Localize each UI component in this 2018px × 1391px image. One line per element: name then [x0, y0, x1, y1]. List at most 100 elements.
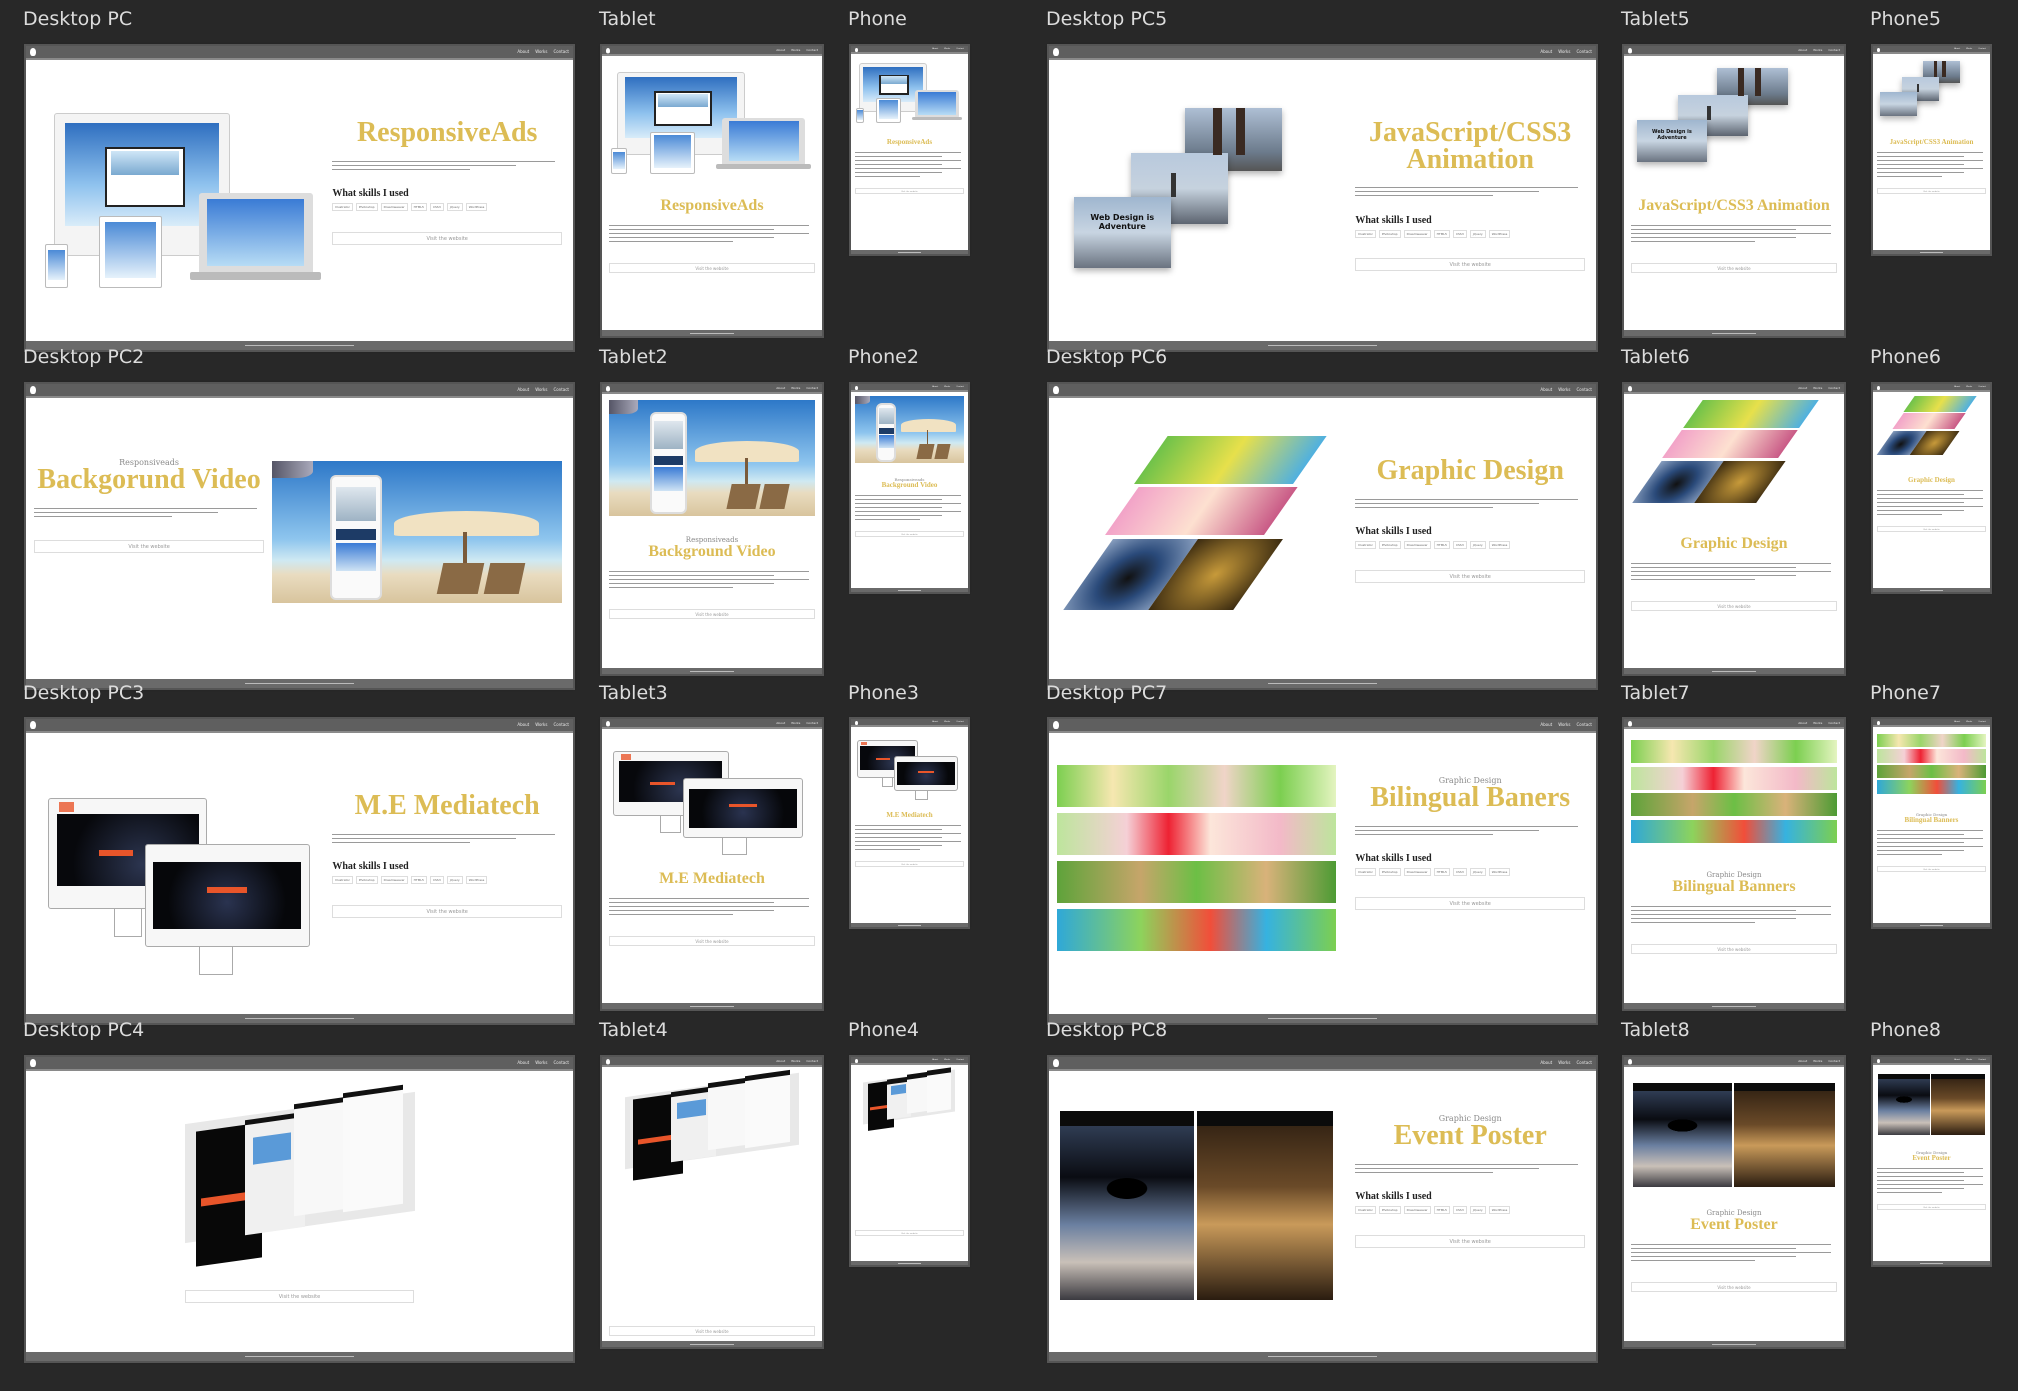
nav-link[interactable]: Works — [1813, 1057, 1822, 1065]
nav-link[interactable]: About — [932, 1057, 938, 1063]
artboard-tablet[interactable]: About Works Contact ResponsiveAds Visit the … — [600, 44, 824, 338]
logo-icon[interactable] — [1053, 1059, 1059, 1067]
nav-link[interactable]: Contact — [553, 719, 569, 731]
nav-link[interactable]: About — [1798, 46, 1807, 54]
nav-link[interactable]: Contact — [1576, 46, 1592, 58]
nav-link[interactable]: About — [1954, 1057, 1960, 1063]
nav-link[interactable]: Contact — [1828, 1057, 1840, 1065]
visit-website-button[interactable]: Visit the website — [608, 1325, 816, 1336]
nav-link[interactable]: Works — [1558, 1057, 1570, 1069]
nav-link[interactable]: Contact — [553, 46, 569, 58]
visit-website-button[interactable]: Visit the website — [1876, 188, 1987, 195]
nav-link[interactable]: Contact — [956, 1057, 964, 1063]
nav-link[interactable]: Works — [1966, 384, 1972, 390]
visit-website-button[interactable]: Visit the website — [854, 861, 965, 868]
artboard-desktop[interactable]: About Works Contact M.E Mediatech What skill… — [24, 717, 575, 1025]
logo-icon[interactable] — [606, 386, 610, 392]
nav-link[interactable]: About — [1954, 384, 1960, 390]
nav-link[interactable]: About — [517, 1057, 529, 1069]
nav-link[interactable]: Contact — [1828, 46, 1840, 54]
visit-website-button[interactable]: Visit the website — [1876, 526, 1987, 533]
nav-link[interactable]: About — [776, 1057, 785, 1065]
nav-link[interactable]: Contact — [1978, 1057, 1986, 1063]
visit-website-button[interactable]: Visit the website — [332, 904, 563, 918]
visit-website-button[interactable]: Visit the website — [1630, 943, 1838, 954]
nav-link[interactable]: Works — [791, 719, 800, 727]
nav-link[interactable]: About — [1954, 719, 1960, 725]
nav-link[interactable]: Works — [1813, 719, 1822, 727]
nav-link[interactable]: Works — [791, 384, 800, 392]
nav-link[interactable]: Contact — [806, 1057, 818, 1065]
artboard-phone[interactable]: About Works Contact Responsiveads Background… — [849, 382, 970, 594]
nav-link[interactable]: Works — [1966, 719, 1972, 725]
logo-icon[interactable] — [30, 386, 36, 394]
logo-icon[interactable] — [30, 721, 36, 729]
nav-link[interactable]: About — [1954, 46, 1960, 52]
artboard-desktop[interactable]: About Works Contact Graphic Design Bilingual… — [1047, 717, 1598, 1025]
artboard-desktop[interactable]: About Works Contact Graphic Design What skil… — [1047, 382, 1598, 690]
logo-icon[interactable] — [606, 48, 610, 54]
artboard-tablet[interactable]: About Works Contact Visit the website — [600, 1055, 824, 1349]
artboard-tablet[interactable]: About Works Contact Graphic Design Event Pos… — [1622, 1055, 1846, 1349]
logo-icon[interactable] — [606, 1059, 610, 1065]
logo-icon[interactable] — [1053, 386, 1059, 394]
visit-website-button[interactable]: Visit the website — [1630, 600, 1838, 611]
nav-link[interactable]: About — [1540, 46, 1552, 58]
nav-link[interactable]: Contact — [956, 719, 964, 725]
nav-link[interactable]: Contact — [956, 46, 964, 52]
visit-website-button[interactable]: Visit the website — [34, 539, 264, 553]
logo-icon[interactable] — [1628, 48, 1632, 54]
visit-website-button[interactable]: Visit the website — [1355, 569, 1586, 583]
logo-icon[interactable] — [1877, 386, 1880, 390]
artboard-tablet[interactable]: About Works Contact Responsiveads Background… — [600, 382, 824, 676]
nav-link[interactable]: Contact — [806, 384, 818, 392]
logo-icon[interactable] — [855, 721, 858, 725]
nav-link[interactable]: Works — [944, 1057, 950, 1063]
nav-link[interactable]: About — [776, 46, 785, 54]
nav-link[interactable]: Works — [1813, 384, 1822, 392]
artboard-desktop[interactable]: About Works Contact Responsiveads Backgorund… — [24, 382, 575, 690]
nav-link[interactable]: Works — [1558, 719, 1570, 731]
logo-icon[interactable] — [1053, 48, 1059, 56]
visit-website-button[interactable]: Visit the website — [854, 1230, 965, 1237]
visit-website-button[interactable]: Visit the website — [1630, 262, 1838, 273]
visit-website-button[interactable]: Visit the website — [608, 608, 816, 619]
artboard-desktop[interactable]: About Works Contact Visit the website — [24, 1055, 575, 1363]
nav-link[interactable]: Contact — [1576, 1057, 1592, 1069]
nav-link[interactable]: Works — [1966, 46, 1972, 52]
logo-icon[interactable] — [1628, 386, 1632, 392]
nav-link[interactable]: Contact — [1828, 384, 1840, 392]
nav-link[interactable]: Works — [1558, 46, 1570, 58]
nav-link[interactable]: About — [1540, 384, 1552, 396]
nav-link[interactable]: Contact — [1576, 384, 1592, 396]
nav-link[interactable]: About — [1798, 1057, 1807, 1065]
visit-website-button[interactable]: Visit the website — [854, 188, 965, 195]
visit-website-button[interactable]: Visit the website — [608, 262, 816, 273]
nav-link[interactable]: Works — [791, 1057, 800, 1065]
nav-link[interactable]: About — [776, 719, 785, 727]
nav-link[interactable]: Works — [1558, 384, 1570, 396]
logo-icon[interactable] — [855, 1059, 858, 1063]
nav-link[interactable]: About — [1798, 719, 1807, 727]
visit-website-button[interactable]: Visit the website — [1355, 1234, 1586, 1248]
nav-link[interactable]: About — [932, 719, 938, 725]
nav-link[interactable]: About — [1540, 1057, 1552, 1069]
artboard-phone[interactable]: About Works Contact Graphic Design Event Pos… — [1871, 1055, 1992, 1267]
logo-icon[interactable] — [1628, 1059, 1632, 1065]
nav-link[interactable]: Works — [791, 46, 800, 54]
nav-link[interactable]: Works — [535, 384, 547, 396]
visit-website-button[interactable]: Visit the website — [1355, 896, 1586, 910]
logo-icon[interactable] — [1053, 721, 1059, 729]
nav-link[interactable]: Contact — [1978, 384, 1986, 390]
logo-icon[interactable] — [30, 1059, 36, 1067]
artboard-tablet[interactable]: About Works Contact Web Design is Adventure… — [1622, 44, 1846, 338]
nav-link[interactable]: About — [1798, 384, 1807, 392]
artboard-phone[interactable]: About Works Contact JavaScript/CSS3 Animati… — [1871, 44, 1992, 256]
nav-link[interactable]: Contact — [1828, 719, 1840, 727]
logo-icon[interactable] — [1877, 1059, 1880, 1063]
logo-icon[interactable] — [1628, 721, 1632, 727]
nav-link[interactable]: About — [517, 384, 529, 396]
nav-link[interactable]: Contact — [553, 1057, 569, 1069]
nav-link[interactable]: Contact — [1978, 719, 1986, 725]
artboard-phone[interactable]: About Works Contact Graphic Design Visit the… — [1871, 382, 1992, 594]
